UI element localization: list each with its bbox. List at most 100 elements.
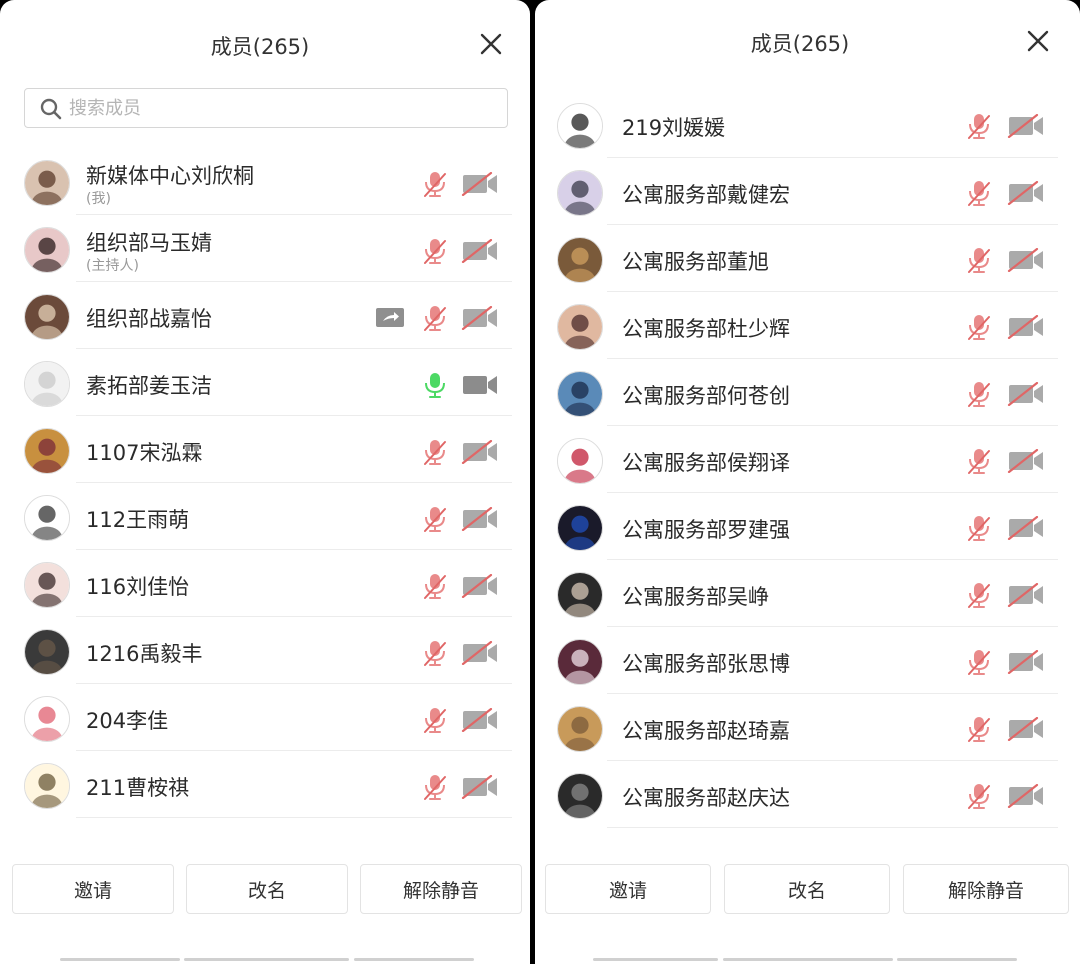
member-list: 219刘媛媛公寓服务部戴健宏 公寓服务部董旭 公寓服务部杜少辉 公寓服务部何苍创 公寓服… xyxy=(535,91,1080,831)
avatar xyxy=(557,572,603,618)
avatar xyxy=(557,773,603,819)
search-input[interactable] xyxy=(69,89,489,127)
member-row[interactable]: 公寓服务部杜少辉 xyxy=(535,292,1080,359)
member-name: 1216禹毅丰 xyxy=(86,642,203,666)
member-panel-left: 成员(265) 新媒体中心刘欣桐 (我) 组织部马玉婧 (主持人) 组织部战嘉怡素拓部姜… xyxy=(0,0,530,964)
camera-off-icon xyxy=(461,238,499,264)
camera-off-icon xyxy=(461,171,499,197)
member-row[interactable]: 组织部马玉婧 (主持人) xyxy=(0,215,530,282)
microphone-active-icon xyxy=(422,371,448,399)
member-row[interactable]: 1216禹毅丰 xyxy=(0,617,530,684)
screen-share-icon xyxy=(375,306,405,330)
member-name: 公寓服务部戴健宏 xyxy=(622,183,790,207)
member-role: (主持人) xyxy=(86,258,139,274)
panel-title: 成员(265) xyxy=(750,32,850,56)
member-name: 公寓服务部杜少辉 xyxy=(622,317,790,341)
camera-off-icon xyxy=(461,506,499,532)
rename-button[interactable]: 改名 xyxy=(186,864,348,914)
member-row[interactable]: 组织部战嘉怡 xyxy=(0,282,530,349)
microphone-muted-icon xyxy=(966,179,992,207)
camera-off-icon xyxy=(1007,515,1045,541)
member-name: 组织部战嘉怡 xyxy=(86,307,212,331)
avatar xyxy=(557,706,603,752)
member-row[interactable]: 1107宋泓霖 xyxy=(0,416,530,483)
member-name: 公寓服务部董旭 xyxy=(622,250,769,274)
invite-button[interactable]: 邀请 xyxy=(545,864,711,914)
avatar xyxy=(24,227,70,273)
member-row[interactable]: 204李佳 xyxy=(0,684,530,751)
member-row[interactable]: 211曹桉祺 xyxy=(0,751,530,818)
member-row[interactable]: 公寓服务部吴峥 xyxy=(535,560,1080,627)
avatar xyxy=(557,237,603,283)
microphone-muted-icon xyxy=(422,639,448,667)
member-name: 公寓服务部侯翔译 xyxy=(622,451,790,475)
member-row[interactable]: 公寓服务部戴健宏 xyxy=(535,158,1080,225)
member-name: 公寓服务部张思博 xyxy=(622,652,790,676)
camera-off-icon xyxy=(1007,783,1045,809)
camera-off-icon xyxy=(461,573,499,599)
panel-title: 成员(265) xyxy=(210,35,310,59)
member-row[interactable]: 公寓服务部何苍创 xyxy=(535,359,1080,426)
avatar xyxy=(24,562,70,608)
tab-indicator xyxy=(60,958,180,961)
member-list: 新媒体中心刘欣桐 (我) 组织部马玉婧 (主持人) 组织部战嘉怡 素拓部姜玉洁 1107宋泓… xyxy=(0,148,530,844)
microphone-muted-icon xyxy=(422,237,448,265)
microphone-muted-icon xyxy=(966,715,992,743)
member-name: 公寓服务部赵琦嘉 xyxy=(622,719,790,743)
avatar xyxy=(557,438,603,484)
unmute-button[interactable]: 解除静音 xyxy=(903,864,1069,914)
member-row[interactable]: 112王雨萌 xyxy=(0,483,530,550)
tab-indicator xyxy=(184,958,349,961)
member-name: 112王雨萌 xyxy=(86,508,190,532)
microphone-muted-icon xyxy=(966,581,992,609)
microphone-muted-icon xyxy=(422,438,448,466)
member-name: 204李佳 xyxy=(86,709,169,733)
member-name: 1107宋泓霖 xyxy=(86,441,203,465)
member-row[interactable]: 公寓服务部赵庆达 xyxy=(535,761,1080,828)
microphone-muted-icon xyxy=(422,706,448,734)
member-row[interactable]: 公寓服务部侯翔译 xyxy=(535,426,1080,493)
camera-off-icon xyxy=(461,707,499,733)
member-name: 公寓服务部吴峥 xyxy=(622,585,769,609)
avatar xyxy=(24,495,70,541)
rename-button[interactable]: 改名 xyxy=(724,864,890,914)
member-name: 素拓部姜玉洁 xyxy=(86,374,212,398)
microphone-muted-icon xyxy=(422,170,448,198)
member-row[interactable]: 公寓服务部赵琦嘉 xyxy=(535,694,1080,761)
member-row[interactable]: 公寓服务部罗建强 xyxy=(535,493,1080,560)
member-row[interactable]: 新媒体中心刘欣桐 (我) xyxy=(0,148,530,215)
microphone-muted-icon xyxy=(966,246,992,274)
row-divider xyxy=(76,817,512,818)
microphone-muted-icon xyxy=(966,447,992,475)
row-divider xyxy=(607,827,1058,828)
member-row[interactable]: 219刘媛媛 xyxy=(535,91,1080,158)
member-row[interactable]: 公寓服务部董旭 xyxy=(535,225,1080,292)
invite-button[interactable]: 邀请 xyxy=(12,864,174,914)
member-name: 公寓服务部罗建强 xyxy=(622,518,790,542)
close-icon[interactable] xyxy=(1025,28,1051,54)
tab-indicator xyxy=(354,958,474,961)
camera-off-icon xyxy=(461,640,499,666)
camera-off-icon xyxy=(1007,314,1045,340)
camera-off-icon xyxy=(1007,247,1045,273)
member-row[interactable]: 116刘佳怡 xyxy=(0,550,530,617)
avatar xyxy=(557,505,603,551)
camera-off-icon xyxy=(461,439,499,465)
member-row[interactable]: 公寓服务部张思博 xyxy=(535,627,1080,694)
search-box[interactable] xyxy=(24,88,508,128)
avatar xyxy=(24,763,70,809)
member-name: 公寓服务部何苍创 xyxy=(622,384,790,408)
microphone-muted-icon xyxy=(966,514,992,542)
member-role: (我) xyxy=(86,191,111,207)
close-icon[interactable] xyxy=(478,31,504,57)
camera-off-icon xyxy=(461,305,499,331)
member-name: 公寓服务部赵庆达 xyxy=(622,786,790,810)
avatar xyxy=(24,696,70,742)
avatar xyxy=(24,629,70,675)
member-row[interactable]: 素拓部姜玉洁 xyxy=(0,349,530,416)
unmute-button[interactable]: 解除静音 xyxy=(360,864,522,914)
avatar xyxy=(557,103,603,149)
camera-off-icon xyxy=(1007,381,1045,407)
camera-off-icon xyxy=(1007,448,1045,474)
camera-off-icon xyxy=(1007,180,1045,206)
